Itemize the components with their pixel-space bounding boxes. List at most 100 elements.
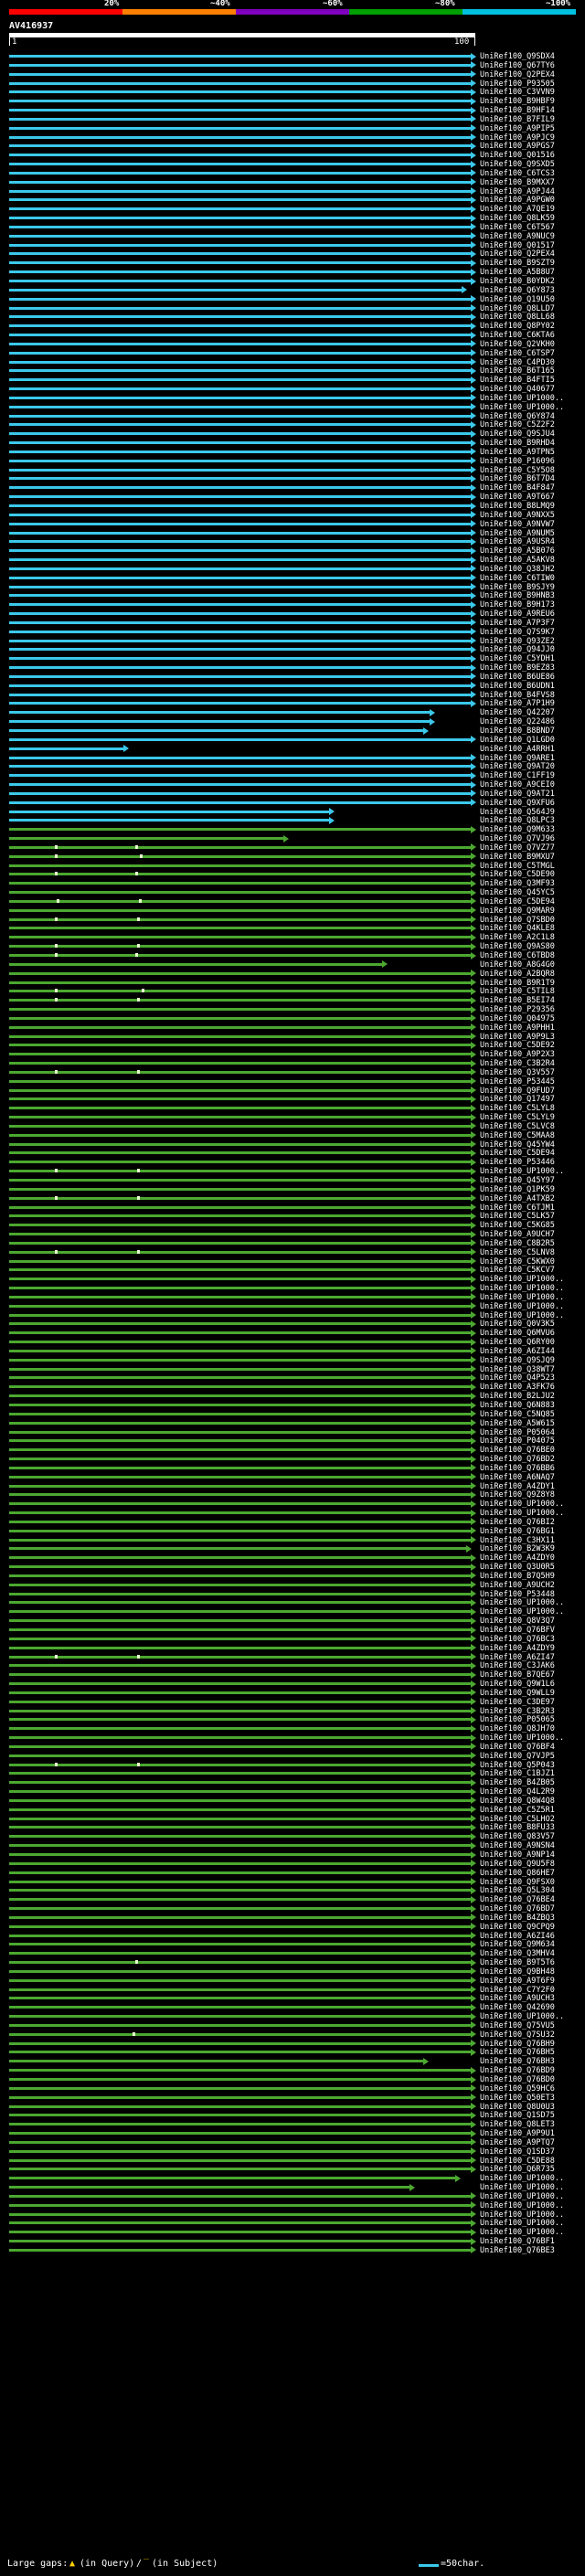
hit-id-link[interactable]: UniRef100_B9HF14	[480, 106, 555, 115]
hit-id-link[interactable]: UniRef100_Q8LL68	[480, 313, 555, 322]
hit-id-link[interactable]: UniRef100_A7P1H9	[480, 699, 555, 708]
hit-bar[interactable]	[9, 558, 471, 562]
hit-bar[interactable]	[9, 1241, 471, 1245]
hit-bar[interactable]	[9, 2078, 471, 2081]
hit-id-link[interactable]: UniRef100_Q9MAR9	[480, 906, 555, 916]
hit-bar[interactable]	[9, 396, 471, 399]
hit-id-link[interactable]: UniRef100_Q76BE4	[480, 1895, 555, 1904]
hit-id-link[interactable]: UniRef100_Q6RY00	[480, 1338, 555, 1347]
hit-bar[interactable]	[9, 1898, 471, 1902]
hit-id-link[interactable]: UniRef100_Q76BFV	[480, 1626, 555, 1635]
hit-bar[interactable]	[9, 531, 471, 535]
hit-id-link[interactable]: UniRef100_P93505	[480, 80, 555, 89]
hit-id-link[interactable]: UniRef100_B9MXU7	[480, 853, 555, 862]
hit-id-link[interactable]: UniRef100_B2W3K9	[480, 1544, 555, 1553]
hit-id-link[interactable]: UniRef100_Q7S9K7	[480, 628, 555, 637]
hit-id-link[interactable]: UniRef100_C6TBD8	[480, 951, 555, 960]
hit-bar[interactable]	[9, 2240, 471, 2243]
hit-bar[interactable]	[9, 504, 471, 507]
hit-id-link[interactable]: UniRef100_C6TSP7	[480, 349, 555, 358]
hit-bar[interactable]	[9, 1835, 471, 1839]
hit-id-link[interactable]: UniRef100_B6T7D4	[480, 474, 555, 483]
hit-bar[interactable]	[9, 2060, 423, 2063]
hit-id-link[interactable]: UniRef100_A6ZI47	[480, 1653, 555, 1662]
hit-bar[interactable]	[9, 234, 471, 238]
hit-id-link[interactable]: UniRef100_Q38JH2	[480, 565, 555, 574]
hit-bar[interactable]	[9, 2231, 471, 2234]
hit-bar[interactable]	[9, 1574, 471, 1577]
hit-bar[interactable]	[9, 1287, 471, 1290]
hit-id-link[interactable]: UniRef100_Q9ARE1	[480, 754, 555, 763]
hit-id-link[interactable]: UniRef100_Q8LLD7	[480, 304, 555, 313]
hit-bar[interactable]	[9, 2203, 471, 2207]
hit-bar[interactable]	[9, 936, 471, 939]
hit-id-link[interactable]: UniRef100_Q7VJP5	[480, 1752, 555, 1761]
hit-id-link[interactable]: UniRef100_B4ZB05	[480, 1778, 555, 1787]
hit-id-link[interactable]: UniRef100_B4FTI5	[480, 376, 555, 385]
hit-bar[interactable]	[9, 1511, 471, 1515]
hit-id-link[interactable]: UniRef100_P53446	[480, 1158, 555, 1167]
hit-id-link[interactable]: UniRef100_A9UCH2	[480, 1581, 555, 1590]
hit-bar[interactable]	[9, 1376, 471, 1380]
hit-bar[interactable]	[9, 2095, 471, 2099]
hit-bar[interactable]	[9, 927, 471, 930]
hit-bar[interactable]	[9, 1844, 471, 1848]
hit-bar[interactable]	[9, 1736, 471, 1740]
hit-id-link[interactable]: UniRef100_B7QE67	[480, 1670, 555, 1680]
hit-bar[interactable]	[9, 154, 471, 157]
hit-bar[interactable]	[9, 1295, 471, 1299]
hit-bar[interactable]	[9, 1430, 471, 1434]
hit-bar[interactable]	[9, 1943, 471, 1946]
hit-id-link[interactable]: UniRef100_Q45Y97	[480, 1176, 555, 1185]
hit-id-link[interactable]: UniRef100_UP1000..	[480, 1607, 564, 1617]
hit-id-link[interactable]: UniRef100_Q8LET3	[480, 2120, 555, 2129]
hit-bar[interactable]	[9, 1458, 471, 1461]
hit-bar[interactable]	[9, 180, 471, 184]
hit-bar[interactable]	[9, 477, 471, 481]
hit-bar[interactable]	[9, 1493, 471, 1497]
hit-bar[interactable]	[9, 63, 471, 67]
hit-bar[interactable]	[9, 2006, 471, 2009]
hit-id-link[interactable]: UniRef100_Q4P523	[480, 1373, 555, 1383]
hit-id-link[interactable]: UniRef100_A4RRH1	[480, 745, 555, 754]
hit-bar[interactable]	[9, 1601, 471, 1605]
hit-id-link[interactable]: UniRef100_P05064	[480, 1428, 555, 1437]
hit-bar[interactable]	[9, 954, 471, 957]
hit-id-link[interactable]: UniRef100_B6T165	[480, 366, 555, 376]
hit-bar[interactable]	[9, 666, 471, 670]
hit-id-link[interactable]: UniRef100_A9NUC9	[480, 232, 555, 241]
hit-bar[interactable]	[9, 899, 471, 903]
hit-bar[interactable]	[9, 2158, 471, 2162]
hit-bar[interactable]	[9, 1655, 471, 1659]
hit-bar[interactable]	[9, 1439, 471, 1443]
hit-bar[interactable]	[9, 1547, 466, 1551]
hit-bar[interactable]	[9, 2123, 471, 2126]
hit-id-link[interactable]: UniRef100_P53445	[480, 1077, 555, 1087]
hit-id-link[interactable]: UniRef100_A9P9L3	[480, 1033, 555, 1042]
hit-bar[interactable]	[9, 2051, 471, 2054]
hit-id-link[interactable]: UniRef100_UP1000..	[480, 1733, 564, 1743]
hit-id-link[interactable]: UniRef100_B9EZ83	[480, 663, 555, 673]
hit-id-link[interactable]: UniRef100_B8BND7	[480, 726, 555, 736]
hit-bar[interactable]	[9, 1718, 471, 1722]
hit-id-link[interactable]: UniRef100_Q8V3Q7	[480, 1617, 555, 1626]
hit-bar[interactable]	[9, 1861, 471, 1865]
hit-id-link[interactable]: UniRef100_Q9SJQ9	[480, 1356, 555, 1365]
hit-bar[interactable]	[9, 1682, 471, 1686]
hit-bar[interactable]	[9, 1385, 471, 1389]
hit-bar[interactable]	[9, 765, 471, 769]
hit-id-link[interactable]: UniRef100_C1BJZ1	[480, 1769, 555, 1778]
hit-bar[interactable]	[9, 1790, 471, 1794]
hit-id-link[interactable]: UniRef100_P53448	[480, 1590, 555, 1599]
hit-bar[interactable]	[9, 1268, 471, 1272]
hit-id-link[interactable]: UniRef100_A4ZDY0	[480, 1553, 555, 1563]
hit-bar[interactable]	[9, 2140, 471, 2144]
hit-id-link[interactable]: UniRef100_Q7VZ77	[480, 843, 555, 853]
hit-id-link[interactable]: UniRef100_A2C1L8	[480, 933, 555, 942]
hit-id-link[interactable]: UniRef100_A9PTQ7	[480, 2138, 555, 2147]
hit-bar[interactable]	[9, 1754, 471, 1757]
hit-id-link[interactable]: UniRef100_Q7SU32	[480, 2030, 555, 2040]
hit-id-link[interactable]: UniRef100_UP1000..	[480, 2228, 564, 2237]
hit-id-link[interactable]: UniRef100_Q42207	[480, 708, 555, 717]
hit-bar[interactable]	[9, 639, 471, 642]
